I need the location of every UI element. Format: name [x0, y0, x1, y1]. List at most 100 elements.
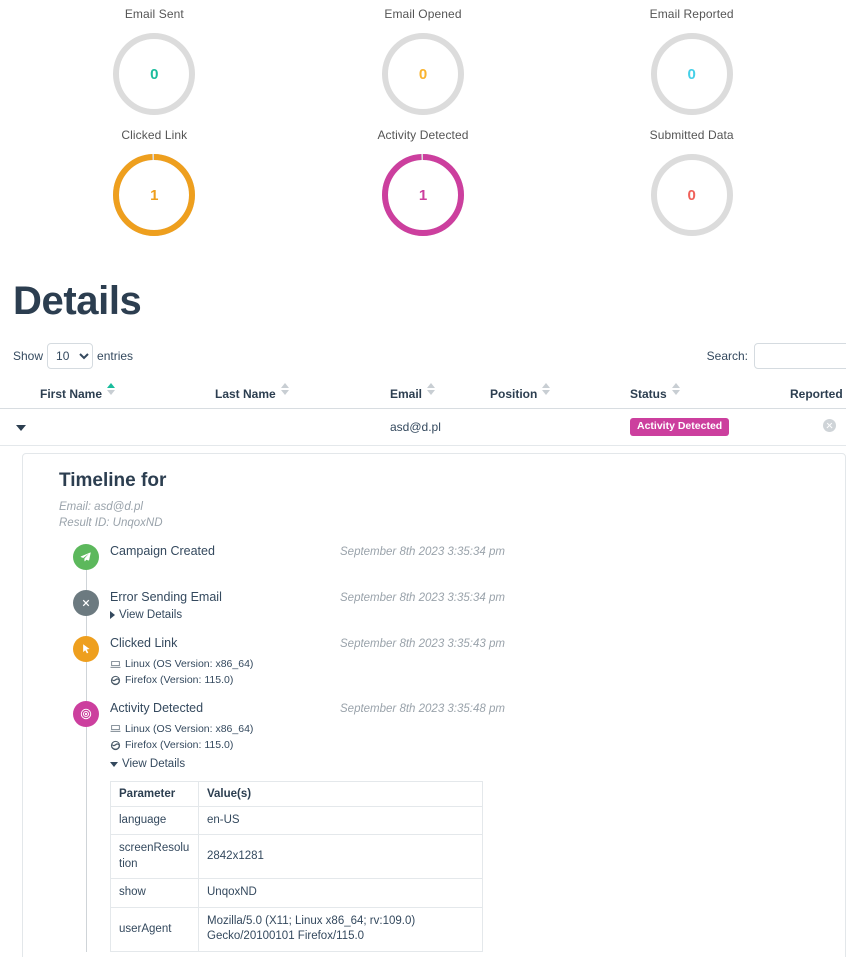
column-header-reported[interactable]: Reported [780, 379, 846, 409]
table-header-row: First Name Last Name Email Position Stat… [0, 379, 846, 409]
parameter-value: en-US [198, 805, 483, 836]
parameter-key: show [110, 878, 199, 908]
timeline-result-id: Result ID: UnqoxND [59, 516, 163, 529]
entries-label: entries [97, 349, 134, 363]
column-label-first-name: First Name [40, 387, 103, 401]
desktop-icon [110, 660, 121, 668]
stat-card-activity-detected: Activity Detected 1 [289, 121, 558, 242]
search-control: Search: [707, 343, 846, 369]
column-label-status: Status [630, 387, 667, 401]
stat-label-activity-detected: Activity Detected [377, 128, 469, 142]
column-header-position[interactable]: Position [480, 379, 620, 409]
timeline-event-meta: Linux (OS Version: x86_64) Firefox (Versi… [110, 721, 827, 754]
timeline-event-name: Clicked Link [110, 636, 178, 651]
view-details-toggle[interactable]: View Details [110, 758, 185, 770]
parameter-key: language [110, 805, 199, 836]
parameters-header-row: Parameter Value(s) [110, 780, 483, 807]
results-page: Email Sent 0 Email Opened 0 Email Reported 0 C… [0, 0, 846, 957]
stat-value-email-sent: 0 [150, 65, 159, 83]
cell-first-name [30, 408, 205, 446]
timeline-event: Error Sending Email September 8th 2023 3:… [41, 590, 827, 624]
timeline-list: Campaign Created September 8th 2023 3:35:… [41, 544, 827, 952]
column-header-first-name[interactable]: First Name [30, 379, 205, 409]
desktop-icon [110, 725, 121, 732]
timeline-meta-text: Linux (OS Version: x86_64) [125, 722, 254, 735]
column-header-last-name[interactable]: Last Name [205, 379, 380, 409]
expand-column-header [0, 379, 30, 409]
timeline-event-header: Activity Detected September 8th 2023 3:35… [110, 701, 827, 715]
stat-gauge-activity-detected: 1 [376, 148, 470, 242]
column-header-email[interactable]: Email [380, 379, 480, 409]
event-parameters-table: Parameter Value(s) language en-US screenReso… [110, 780, 483, 952]
cell-position [480, 408, 620, 446]
search-input[interactable] [754, 343, 846, 369]
page-length-control: Show 102550100 entries [13, 343, 137, 369]
stat-value-activity-detected: 1 [418, 186, 428, 204]
row-expand-toggle[interactable] [0, 408, 30, 446]
firefox-icon [110, 675, 121, 686]
chevron-down-icon [16, 424, 26, 431]
view-details-toggle[interactable]: View Details [110, 609, 182, 621]
timeline-event-name: Campaign Created [110, 544, 215, 559]
parameter-row: show UnqoxND [110, 878, 483, 908]
results-table-head: First Name Last Name Email Position Stat… [0, 379, 846, 409]
stat-gauge-email-reported: 0 [645, 27, 739, 121]
timeline-event-time: September 8th 2023 3:35:43 pm [340, 638, 505, 651]
column-label-reported: Reported [790, 387, 843, 401]
stat-card-email-sent: Email Sent 0 [20, 0, 289, 121]
stat-gauge-clicked-link: 1 [107, 148, 201, 242]
stat-value-email-reported: 0 [687, 65, 696, 83]
stat-label-email-sent: Email Sent [124, 7, 184, 21]
view-details-label: View Details [122, 758, 186, 771]
timeline-event-time: September 8th 2023 3:35:48 pm [340, 702, 505, 715]
parameter-key: screenResolution [110, 834, 199, 880]
stat-card-email-reported: Email Reported 0 [557, 0, 826, 121]
timeline-title: Timeline for [59, 469, 167, 491]
column-header-status[interactable]: Status [620, 379, 780, 409]
stat-value-submitted-data: 0 [687, 186, 696, 204]
parameter-value: Mozilla/5.0 (X11; Linux x86_64; rv:109.0… [198, 906, 483, 952]
timeline-event: Campaign Created September 8th 2023 3:35:… [41, 544, 827, 578]
timeline-event-time: September 8th 2023 3:35:34 pm [340, 592, 505, 605]
parameter-column-header: Parameter [110, 780, 199, 807]
parameter-row: userAgent Mozilla/5.0 (X11; Linux x86_64;… [110, 906, 483, 952]
timeline-meta-text: Firefox (Version: 115.0) [125, 674, 234, 687]
stat-label-email-reported: Email Reported [649, 7, 734, 21]
cell-last-name [205, 408, 380, 446]
search-label: Search: [706, 349, 748, 363]
stat-card-email-opened: Email Opened 0 [289, 0, 558, 121]
paper-plane-icon [73, 544, 99, 571]
not-reported-icon [823, 418, 836, 432]
stat-label-clicked-link: Clicked Link [121, 128, 188, 142]
timeline-event-time: September 8th 2023 3:35:34 pm [340, 546, 505, 559]
parameter-value: 2842x1281 [198, 834, 483, 880]
timeline-meta-row: Firefox (Version: 115.0) [110, 672, 827, 688]
timeline-panel: Timeline for Email: asd@d.pl Result ID: … [22, 452, 846, 957]
parameter-row: language en-US [110, 805, 483, 836]
parameter-row: screenResolution 2842x1281 [110, 834, 483, 880]
timeline-event-meta: Linux (OS Version: x86_64) Firefox (Versi… [110, 656, 827, 689]
status-badge: Activity Detected [630, 418, 730, 436]
timeline-event-header: Clicked Link September 8th 2023 3:35:43 p… [110, 636, 827, 650]
stat-gauge-submitted-data: 0 [645, 148, 739, 242]
timeline-event: Activity Detected September 8th 2023 3:35… [41, 700, 827, 952]
stat-value-clicked-link: 1 [150, 186, 159, 204]
timeline-meta-row: Linux (OS Version: x86_64) [110, 721, 827, 737]
timeline-meta-text: Linux (OS Version: x86_64) [125, 658, 254, 671]
results-table: First Name Last Name Email Position Stat… [0, 379, 846, 446]
stat-gauge-email-sent: 0 [107, 27, 201, 121]
column-label-position: Position [490, 387, 538, 401]
table-row[interactable]: asd@d.pl Activity Detected [0, 408, 846, 446]
stat-label-email-opened: Email Opened [384, 7, 462, 21]
timeline-meta-row: Linux (OS Version: x86_64) [110, 656, 827, 672]
chevron-down-icon [110, 761, 118, 767]
page-length-select[interactable]: 102550100 [47, 343, 94, 369]
timeline-event-header: Campaign Created September 8th 2023 3:35:… [110, 544, 827, 558]
page-title: Details [13, 279, 142, 323]
stat-card-submitted-data: Submitted Data 0 [557, 121, 826, 242]
column-label-email: Email [390, 387, 423, 401]
bullseye-icon [73, 700, 99, 727]
cell-email: asd@d.pl [380, 408, 480, 446]
results-table-body: asd@d.pl Activity Detected [0, 408, 846, 446]
timeline-event-name: Activity Detected [110, 700, 204, 715]
